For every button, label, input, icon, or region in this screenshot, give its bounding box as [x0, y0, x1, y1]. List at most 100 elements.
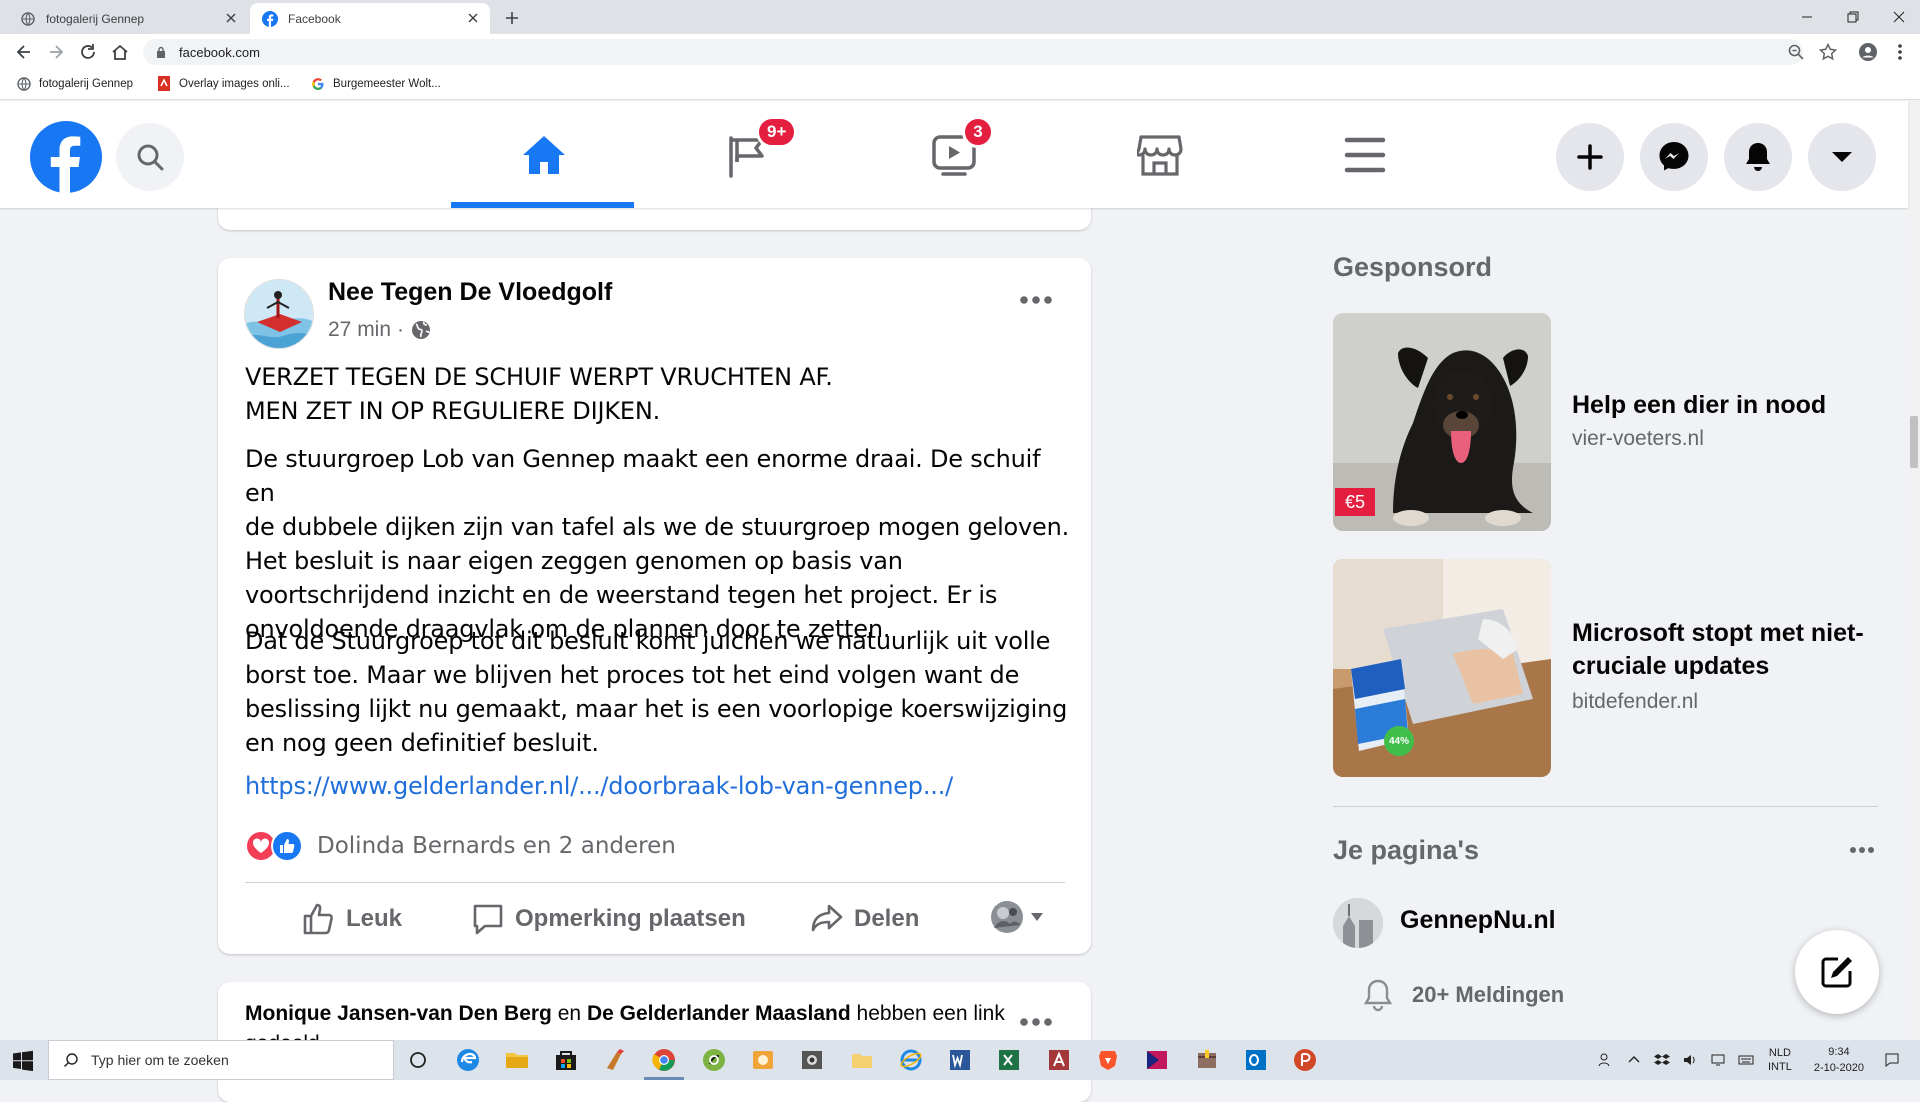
post-options-icon[interactable] [1016, 1010, 1056, 1034]
account-menu-button[interactable] [1808, 123, 1876, 191]
post-author[interactable]: Nee Tegen De Vloedgolf [328, 278, 612, 307]
create-button[interactable] [1556, 123, 1624, 191]
active-tab-indicator [451, 202, 634, 208]
address-bar: facebook.com [0, 34, 1920, 70]
bookmark-fotogalerij[interactable]: fotogalerij Gennep [16, 76, 133, 91]
page-scrollbar[interactable] [1908, 101, 1920, 1039]
ad-site: bitdefender.nl [1572, 690, 1699, 713]
page-avatar[interactable] [244, 279, 314, 349]
store-icon[interactable] [554, 1048, 578, 1072]
post-link[interactable]: https://www.gelderlander.nl/.../doorbraa… [245, 772, 953, 800]
close-tab-icon[interactable] [224, 11, 238, 25]
tab-facebook[interactable]: Facebook [250, 3, 490, 34]
reload-icon[interactable] [78, 42, 98, 62]
profile-icon[interactable] [1858, 42, 1878, 62]
windows-start-icon[interactable] [12, 1050, 34, 1072]
share-button[interactable]: Delen [810, 894, 919, 944]
photo-app-icon[interactable] [751, 1048, 775, 1072]
home-icon[interactable] [110, 42, 130, 62]
archive-app-icon[interactable] [1195, 1048, 1219, 1072]
url-field[interactable]: facebook.com [143, 39, 1803, 65]
music-app-icon[interactable] [702, 1048, 726, 1072]
post-headline: VERZET TEGEN DE SCHUIF WERPT VRUCHTEN AF… [245, 360, 1075, 428]
folder-icon[interactable] [850, 1048, 874, 1072]
keyboard-icon[interactable] [1738, 1052, 1754, 1068]
divider [245, 882, 1065, 883]
ad-vier-voeters[interactable]: €5 Help een dier in nood vier-voeters.nl [1333, 313, 1873, 533]
nav-marketplace[interactable] [1121, 119, 1199, 191]
taskbar-search-field[interactable]: Typ hier om te zoeken [48, 1040, 394, 1080]
zoom-icon[interactable] [1786, 42, 1806, 62]
file-explorer-icon[interactable] [505, 1048, 529, 1072]
next-post-author[interactable]: Monique Jansen-van Den Berg [245, 1002, 552, 1025]
volume-icon[interactable] [1682, 1052, 1698, 1068]
chevron-up-icon[interactable] [1626, 1052, 1642, 1068]
action-center-icon[interactable] [1884, 1052, 1900, 1068]
comment-button[interactable]: Opmerking plaatsen [471, 894, 746, 944]
meta-separator: · [397, 318, 405, 341]
close-window-icon[interactable] [1888, 6, 1910, 28]
connector-text: en [557, 1002, 582, 1025]
ad-site: vier-voeters.nl [1572, 427, 1704, 450]
new-tab-icon[interactable] [502, 8, 522, 28]
clock[interactable]: 9:34 2-10-2020 [1814, 1044, 1864, 1076]
access-icon[interactable] [1047, 1048, 1071, 1072]
internet-explorer-icon[interactable] [899, 1048, 923, 1072]
tab-fotogalerij[interactable]: fotogalerij Gennep [8, 3, 248, 34]
windows-taskbar: Typ hier om te zoeken NLD INTL 9:34 2-10… [0, 1040, 1920, 1080]
people-icon[interactable] [1598, 1052, 1614, 1068]
reactions-text[interactable]: Dolinda Bernards en 2 anderen [317, 833, 676, 859]
bookmark-star-icon[interactable] [1818, 42, 1838, 62]
minimize-icon[interactable] [1796, 6, 1818, 28]
notifications-button[interactable] [1724, 123, 1792, 191]
new-message-button[interactable] [1795, 930, 1879, 1014]
tab-title: fotogalerij Gennep [46, 11, 145, 26]
chrome-icon[interactable] [652, 1048, 676, 1072]
dropbox-icon[interactable] [1654, 1052, 1670, 1068]
post-time[interactable]: 27 min [328, 318, 391, 342]
post-as-selector[interactable] [990, 900, 1044, 934]
restore-icon[interactable] [1842, 6, 1864, 28]
reactions-summary[interactable]: Dolinda Bernards en 2 anderen [245, 830, 676, 862]
outlook-icon[interactable] [1244, 1048, 1268, 1072]
page-name[interactable]: GennepNu.nl [1400, 906, 1556, 935]
paragraph-line: De stuurgroep Lob van Gennep maakt een e… [245, 445, 1041, 507]
next-post-author[interactable]: De Gelderlander Maasland [587, 1002, 851, 1025]
nav-home[interactable] [505, 119, 583, 191]
forward-arrow-icon[interactable] [46, 42, 66, 62]
language-indicator[interactable]: NLD INTL [1768, 1046, 1792, 1074]
paint-app-icon[interactable] [603, 1048, 627, 1072]
like-label: Leuk [346, 905, 403, 932]
messenger-icon [1657, 140, 1691, 174]
page-avatar[interactable] [1333, 898, 1383, 948]
like-button[interactable]: Leuk [302, 894, 402, 944]
post-options-icon[interactable] [1016, 288, 1056, 312]
browser-menu-icon[interactable] [1890, 42, 1910, 62]
close-tab-icon[interactable] [466, 11, 480, 25]
post-paragraph-1: De stuurgroep Lob van Gennep maakt een e… [245, 442, 1075, 646]
excel-icon[interactable] [997, 1048, 1021, 1072]
bookmark-overlay-images[interactable]: Overlay images onli... [156, 76, 290, 91]
paragraph-line: Het besluit is naar eigen zeggen genomen… [245, 547, 903, 575]
facebook-logo-icon[interactable] [30, 121, 102, 193]
nav-menu[interactable] [1326, 119, 1404, 191]
page-notifications[interactable]: 20+ Meldingen [1362, 978, 1564, 1012]
ad-bitdefender[interactable]: 44% Microsoft stopt met niet-cruciale up… [1333, 559, 1873, 779]
back-arrow-icon[interactable] [14, 42, 34, 62]
brave-icon[interactable] [1096, 1048, 1120, 1072]
edge-icon[interactable] [456, 1048, 480, 1072]
bookmark-label: Burgemeester Wolt... [333, 77, 441, 90]
bell-outline-icon [1362, 978, 1394, 1012]
powerpoint-icon[interactable] [1293, 1048, 1317, 1072]
messenger-button[interactable] [1640, 123, 1708, 191]
url-text: facebook.com [179, 44, 260, 60]
scrollbar-thumb[interactable] [1910, 416, 1918, 468]
bookmark-burgemeester[interactable]: Burgemeester Wolt... [310, 76, 441, 91]
pages-options-icon[interactable] [1848, 840, 1876, 860]
search-button[interactable] [116, 123, 184, 191]
flag-app-icon[interactable] [1145, 1048, 1169, 1072]
network-icon[interactable] [1710, 1052, 1726, 1068]
word-icon[interactable] [948, 1048, 972, 1072]
camera-app-icon[interactable] [800, 1048, 824, 1072]
task-view-icon[interactable] [406, 1048, 430, 1072]
